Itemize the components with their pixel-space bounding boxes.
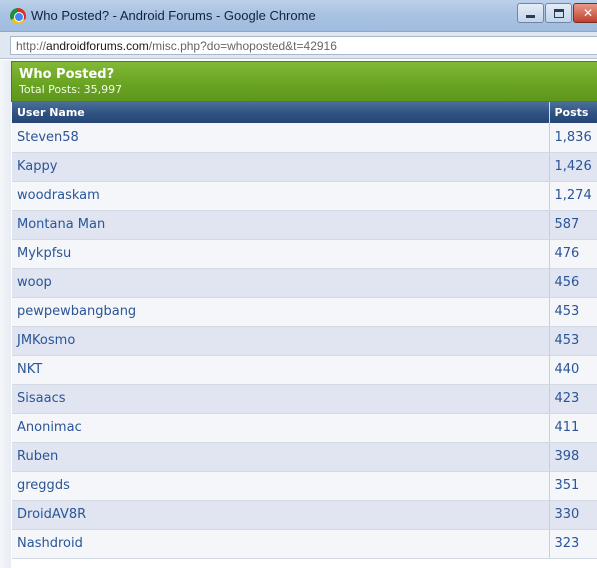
url-field[interactable]: http://androidforums.com/misc.php?do=who… [10,36,597,55]
post-count-cell: 330 [549,500,597,530]
user-link[interactable]: Nashdroid [17,536,83,551]
user-link[interactable]: woodraskam [17,188,100,203]
user-name-cell: Sisaacs [12,384,550,414]
user-link[interactable]: Kappy [17,159,57,174]
table-row: Kappy 1,426 [12,152,597,182]
maximize-button[interactable] [545,3,572,23]
window-title: Who Posted? - Android Forums - Google Ch… [31,8,316,23]
user-name-cell: NKT [12,355,550,385]
user-link[interactable]: Mykpfsu [17,246,71,261]
user-link[interactable]: JMKosmo [17,333,75,348]
post-count-cell: 453 [549,297,597,327]
post-count-cell: 440 [549,355,597,385]
user-link[interactable]: Anonimac [17,420,82,435]
user-name-cell: Montana Man [12,210,550,240]
post-count-cell: 323 [549,529,597,559]
table-row: greggds 351 [12,471,597,501]
post-count-cell: 476 [549,239,597,269]
url-domain: androidforums.com [46,39,149,53]
table-row: Nashdroid 323 [12,529,597,559]
user-name-cell: Nashdroid [12,529,550,559]
close-button[interactable]: ✕ [573,3,597,23]
user-name-cell: JMKosmo [12,326,550,356]
user-link[interactable]: Ruben [17,449,58,464]
user-name-cell: Ruben [12,442,550,472]
table-row: Steven58 1,836 [12,123,597,153]
url-prefix: http:// [16,39,47,53]
user-link[interactable]: pewpewbangbang [17,304,136,319]
table-row: Mykpfsu 476 [12,239,597,269]
user-link[interactable]: greggds [17,478,70,493]
table-row: Anonimac 411 [12,413,597,443]
table-row: Montana Man 587 [12,210,597,240]
post-count-cell: 398 [549,442,597,472]
user-name-cell: greggds [12,471,550,501]
user-link[interactable]: Montana Man [17,217,105,232]
table-row: JMKosmo 453 [12,326,597,356]
address-bar: http://androidforums.com/misc.php?do=who… [0,32,597,59]
user-name-cell: Anonimac [12,413,550,443]
post-count-cell: 587 [549,210,597,240]
table-row: DroidAV8R 330 [12,500,597,530]
user-link[interactable]: DroidAV8R [17,507,86,522]
post-count-cell: 453 [549,326,597,356]
column-header-user-name[interactable]: User Name [12,102,550,123]
chrome-icon [10,8,26,24]
table-row: woodraskam 1,274 [12,181,597,211]
url-path: /misc.php?do=whoposted&t=42916 [148,39,337,53]
post-count-cell: 1,836 [549,123,597,153]
post-count-cell: 411 [549,413,597,443]
user-name-cell: Steven58 [12,123,550,153]
column-header-posts[interactable]: Posts [549,102,597,123]
total-posts: Total Posts: 35,997 [19,83,122,96]
close-icon: ✕ [582,6,594,20]
post-count-cell: 1,274 [549,181,597,211]
post-count-cell: 1,426 [549,152,597,182]
table-row: pewpewbangbang 453 [12,297,597,327]
window-title-bar[interactable]: Who Posted? - Android Forums - Google Ch… [0,0,597,32]
post-count-cell: 456 [549,268,597,298]
left-margin [0,60,11,568]
who-posted-table: User Name Posts Steven58 1,836 Kappy 1,426 w… [12,102,597,559]
user-name-cell: Kappy [12,152,550,182]
panel-header: Who Posted? Total Posts: 35,997 [11,61,597,102]
page-title: Who Posted? [19,67,115,82]
user-name-cell: woop [12,268,550,298]
user-name-cell: woodraskam [12,181,550,211]
post-count-cell: 351 [549,471,597,501]
total-posts-value: 35,997 [83,83,123,96]
minimize-button[interactable] [517,3,544,23]
minimize-icon [526,15,535,18]
user-link[interactable]: Sisaacs [17,391,66,406]
page-content: Who Posted? Total Posts: 35,997 User Name… [0,60,597,568]
table-body: Steven58 1,836 Kappy 1,426 woodraskam 1,274 Mo… [12,123,597,559]
user-name-cell: Mykpfsu [12,239,550,269]
table-header-row: User Name Posts [12,102,597,123]
table-row: woop 456 [12,268,597,298]
user-link[interactable]: woop [17,275,52,290]
user-link[interactable]: Steven58 [17,130,79,145]
total-posts-label: Total Posts: [19,83,81,96]
user-name-cell: DroidAV8R [12,500,550,530]
user-name-cell: pewpewbangbang [12,297,550,327]
table-row: Sisaacs 423 [12,384,597,414]
post-count-cell: 423 [549,384,597,414]
user-link[interactable]: NKT [17,362,42,377]
table-row: NKT 440 [12,355,597,385]
maximize-icon [553,8,564,18]
table-row: Ruben 398 [12,442,597,472]
